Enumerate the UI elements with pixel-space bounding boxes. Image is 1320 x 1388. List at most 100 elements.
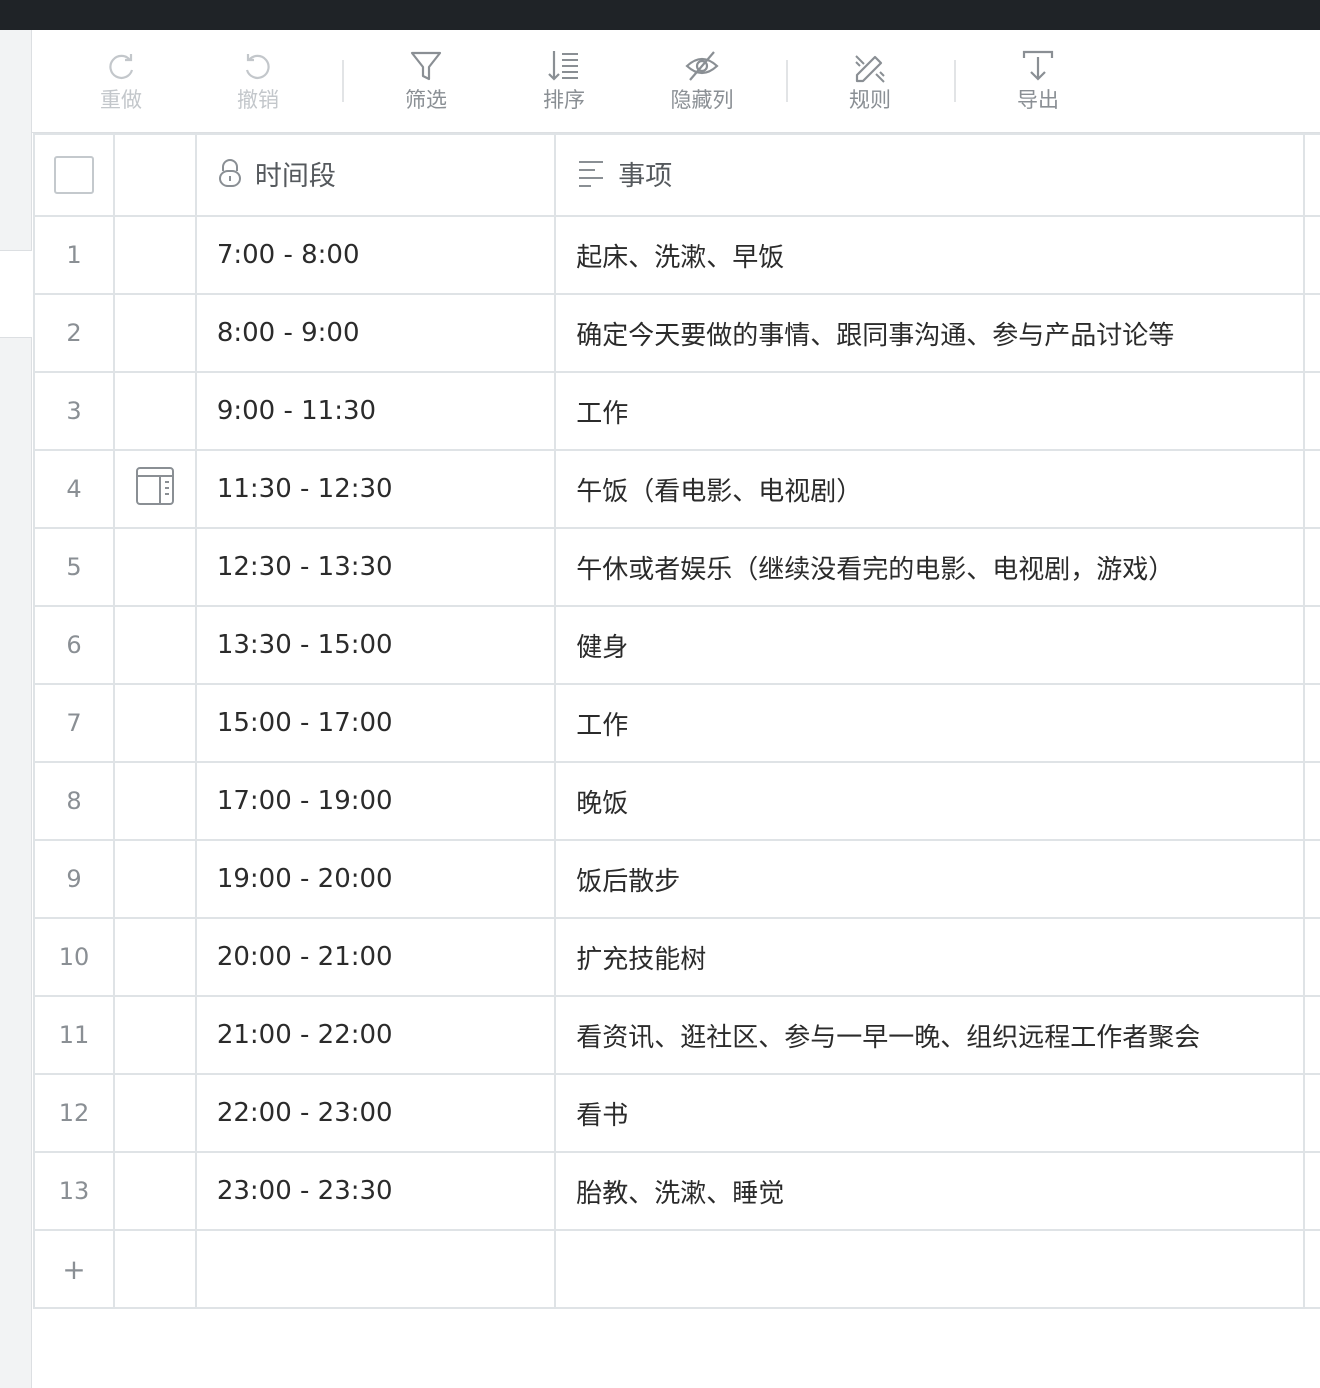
row-action-cell[interactable] xyxy=(112,1151,197,1231)
item-cell[interactable]: 胎教、洗漱、睡觉 xyxy=(554,1151,1305,1231)
undo-icon xyxy=(245,54,270,79)
hide-columns-button[interactable]: 隐藏列 xyxy=(652,48,752,114)
row-number-cell[interactable]: 12 xyxy=(33,1073,115,1153)
row-action-cell[interactable] xyxy=(112,293,197,373)
table-row[interactable]: 13 23:00 - 23:30 胎教、洗漱、睡觉 xyxy=(33,1151,1320,1231)
row-number-cell[interactable]: 2 xyxy=(33,293,115,373)
row-number: 13 xyxy=(58,1177,90,1205)
add-row[interactable]: + xyxy=(33,1229,1320,1309)
add-row-button[interactable]: + xyxy=(62,1253,85,1286)
item-cell[interactable]: 健身 xyxy=(554,605,1305,685)
filter-icon xyxy=(410,51,442,81)
row-action-cell[interactable] xyxy=(112,683,197,763)
column-header-time[interactable]: 时间段 xyxy=(194,133,557,217)
time-cell[interactable]: 7:00 - 8:00 xyxy=(194,215,557,295)
rules-button[interactable]: 规则 xyxy=(820,48,920,114)
eye-off-icon xyxy=(685,51,719,81)
row-number: 4 xyxy=(66,475,82,503)
row-number-cell[interactable]: 9 xyxy=(33,839,115,919)
time-cell[interactable]: 13:30 - 15:00 xyxy=(194,605,557,685)
item-cell[interactable]: 午休或者娱乐（继续没看完的电影、电视剧，游戏） xyxy=(554,527,1305,607)
row-action-cell[interactable] xyxy=(112,605,197,685)
table-row[interactable]: 6 13:30 - 15:00 健身 xyxy=(33,605,1320,685)
row-number: 5 xyxy=(66,553,82,581)
row-number: 11 xyxy=(58,1021,90,1049)
row-number-cell[interactable]: 8 xyxy=(33,761,115,841)
row-action-cell[interactable] xyxy=(112,761,197,841)
panel-tab[interactable] xyxy=(0,250,32,338)
item-cell[interactable]: 看书 xyxy=(554,1073,1305,1153)
table-row[interactable]: 2 8:00 - 9:00 确定今天要做的事情、跟同事沟通、参与产品讨论等 xyxy=(33,293,1320,373)
time-cell[interactable]: 12:30 - 13:30 xyxy=(194,527,557,607)
table-row[interactable]: 11 21:00 - 22:00 看资讯、逛社区、参与一早一晚、组织远程工作者聚会 xyxy=(33,995,1320,1075)
row-action-cell[interactable] xyxy=(112,215,197,295)
table-row[interactable]: 3 9:00 - 11:30 工作 xyxy=(33,371,1320,451)
row-number: 1 xyxy=(66,241,82,269)
row-action-cell[interactable] xyxy=(112,371,197,451)
table-row[interactable]: 5 12:30 - 13:30 午休或者娱乐（继续没看完的电影、电视剧，游戏） xyxy=(33,527,1320,607)
expand-row-icon[interactable] xyxy=(135,466,175,506)
row-number-cell[interactable]: 5 xyxy=(33,527,115,607)
toolbar-separator xyxy=(342,60,344,102)
table-row[interactable]: 4 11:30 - 12:30 午饭（看电影、电视剧） xyxy=(33,449,1320,529)
time-cell[interactable]: 21:00 - 22:00 xyxy=(194,995,557,1075)
row-number: 12 xyxy=(58,1099,90,1127)
undo-button[interactable]: 撤销 xyxy=(208,48,308,114)
select-all-cell xyxy=(33,133,115,217)
item-cell[interactable]: 饭后散步 xyxy=(554,839,1305,919)
time-cell[interactable]: 11:30 - 12:30 xyxy=(194,449,557,529)
column-header-item[interactable]: 事项 xyxy=(554,133,1305,217)
time-cell[interactable]: 17:00 - 19:00 xyxy=(194,761,557,841)
item-cell[interactable]: 起床、洗漱、早饭 xyxy=(554,215,1305,295)
row-number-cell[interactable]: 3 xyxy=(33,371,115,451)
export-icon xyxy=(1022,50,1054,81)
table-row[interactable]: 10 20:00 - 21:00 扩充技能树 xyxy=(33,917,1320,997)
row-action-cell[interactable] xyxy=(112,995,197,1075)
time-cell[interactable]: 19:00 - 20:00 xyxy=(194,839,557,919)
table-row[interactable]: 9 19:00 - 20:00 饭后散步 xyxy=(33,839,1320,919)
item-cell[interactable]: 看资讯、逛社区、参与一早一晚、组织远程工作者聚会 xyxy=(554,995,1305,1075)
row-action-cell[interactable] xyxy=(112,449,197,529)
time-cell[interactable]: 20:00 - 21:00 xyxy=(194,917,557,997)
row-number: 3 xyxy=(66,397,82,425)
row-action-cell[interactable] xyxy=(112,527,197,607)
add-row-cell[interactable]: + xyxy=(33,1229,115,1309)
row-number-cell[interactable]: 1 xyxy=(33,215,115,295)
row-filler xyxy=(1302,215,1320,295)
redo-button[interactable]: 重做 xyxy=(71,48,171,114)
time-cell[interactable]: 23:00 - 23:30 xyxy=(194,1151,557,1231)
item-cell[interactable]: 确定今天要做的事情、跟同事沟通、参与产品讨论等 xyxy=(554,293,1305,373)
row-number-cell[interactable]: 10 xyxy=(33,917,115,997)
item-cell[interactable]: 午饭（看电影、电视剧） xyxy=(554,449,1305,529)
item-cell[interactable]: 工作 xyxy=(554,371,1305,451)
time-cell[interactable]: 9:00 - 11:30 xyxy=(194,371,557,451)
table-row[interactable]: 7 15:00 - 17:00 工作 xyxy=(33,683,1320,763)
table-row[interactable]: 12 22:00 - 23:00 看书 xyxy=(33,1073,1320,1153)
row-number-cell[interactable]: 13 xyxy=(33,1151,115,1231)
row-number-cell[interactable]: 6 xyxy=(33,605,115,685)
time-cell[interactable]: 15:00 - 17:00 xyxy=(194,683,557,763)
rules-icon xyxy=(855,55,885,83)
time-cell[interactable]: 8:00 - 9:00 xyxy=(194,293,557,373)
row-action-cell[interactable] xyxy=(112,1073,197,1153)
row-number-cell[interactable]: 4 xyxy=(33,449,115,529)
sort-label: 排序 xyxy=(543,88,585,112)
time-cell[interactable]: 22:00 - 23:00 xyxy=(194,1073,557,1153)
table-row[interactable]: 1 7:00 - 8:00 起床、洗漱、早饭 xyxy=(33,215,1320,295)
item-cell[interactable]: 工作 xyxy=(554,683,1305,763)
select-all-checkbox[interactable] xyxy=(53,156,94,194)
filter-button[interactable]: 筛选 xyxy=(376,48,476,114)
item-cell[interactable]: 晚饭 xyxy=(554,761,1305,841)
row-action-cell[interactable] xyxy=(112,839,197,919)
export-button[interactable]: 导出 xyxy=(988,48,1088,114)
row-filler xyxy=(1302,293,1320,373)
sort-button[interactable]: 排序 xyxy=(514,48,614,114)
row-number-cell[interactable]: 11 xyxy=(33,995,115,1075)
row-action-cell[interactable] xyxy=(112,917,197,997)
row-number-cell[interactable]: 7 xyxy=(33,683,115,763)
table-row[interactable]: 8 17:00 - 19:00 晚饭 xyxy=(33,761,1320,841)
item-cell[interactable]: 扩充技能树 xyxy=(554,917,1305,997)
left-side-panel xyxy=(0,30,32,1388)
row-filler xyxy=(1302,1073,1320,1153)
row-action-header xyxy=(112,133,197,217)
